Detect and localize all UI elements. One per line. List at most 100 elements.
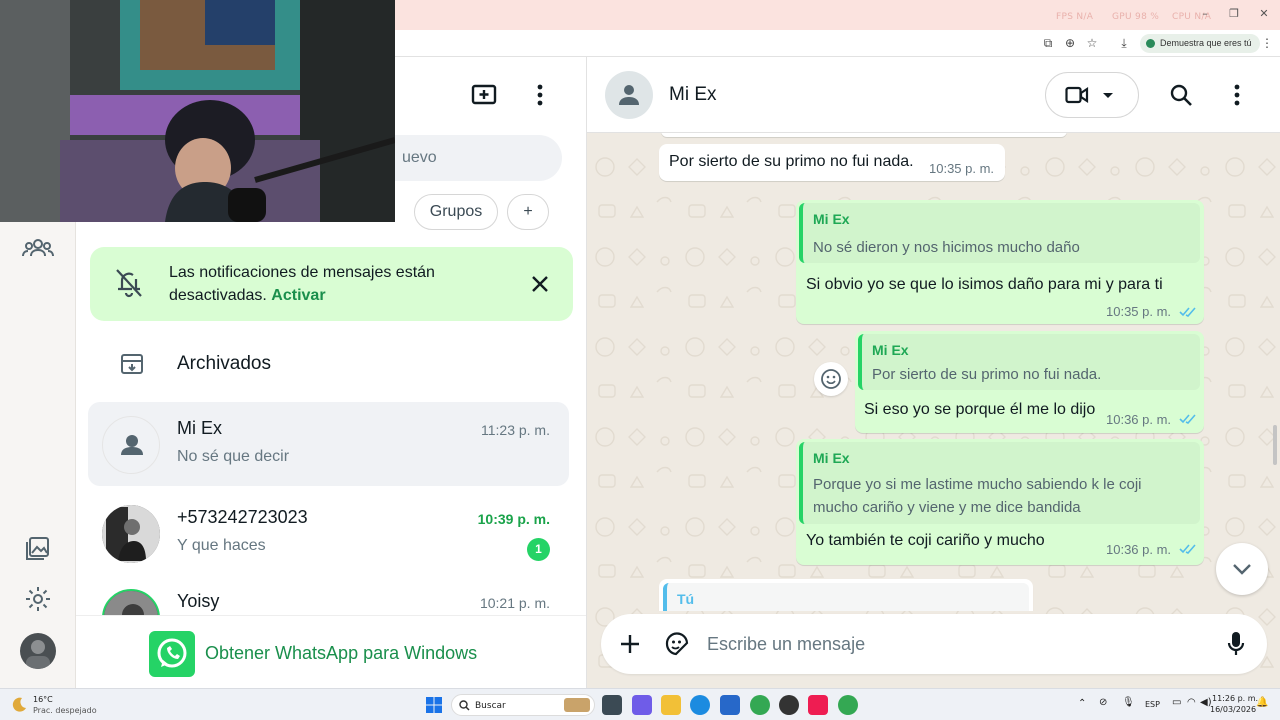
- edge-icon[interactable]: [690, 695, 710, 715]
- attach-button[interactable]: [612, 626, 648, 662]
- clock-time[interactable]: 11:26 p. m.: [1212, 694, 1258, 703]
- close-banner-button[interactable]: [522, 266, 558, 302]
- microphone-tray-icon[interactable]: 🎙: [1122, 697, 1135, 708]
- browser-menu-icon[interactable]: ⋮: [1259, 35, 1275, 51]
- message-text: Por sierto de su primo no fui nada.: [669, 153, 914, 170]
- notifications-icon[interactable]: 🔔: [1256, 697, 1268, 708]
- communities-icon[interactable]: [20, 230, 56, 266]
- app-icon[interactable]: [779, 695, 799, 715]
- chat-time: 10:39 p. m.: [477, 511, 550, 527]
- chat-time: 10:21 p. m.: [479, 595, 550, 611]
- webcam-overlay: [0, 0, 395, 222]
- quote-author: Mi Ex: [813, 450, 850, 466]
- settings-gear-icon[interactable]: [20, 581, 56, 617]
- quote-author: Mi Ex: [813, 211, 850, 227]
- message-time: 10:35 p. m.: [929, 161, 995, 176]
- message-text: Si eso yo se porque él me lo dijo: [864, 401, 1096, 418]
- message-bubble[interactable]: Mi Ex Por sierto de su primo no fui nada…: [855, 331, 1204, 433]
- display-icon[interactable]: ▭: [1172, 697, 1181, 708]
- quoted-message[interactable]: Tú: [663, 583, 1029, 611]
- quoted-message[interactable]: Mi Ex Porque yo si me lastime mucho sabi…: [799, 442, 1200, 524]
- notification-message: Las notificaciones de mensajes están des…: [169, 261, 499, 307]
- close-window-icon[interactable]: ✕: [1257, 7, 1271, 21]
- notifications-banner: Las notificaciones de mensajes están des…: [90, 247, 573, 321]
- filter-groups-chip[interactable]: Grupos: [414, 194, 498, 230]
- chat-menu-button[interactable]: [1219, 77, 1255, 113]
- clock-date[interactable]: 16/03/2026: [1210, 705, 1256, 714]
- search-icon: [459, 700, 470, 711]
- message-time: 10:35 p. m.: [1106, 304, 1172, 319]
- wifi-icon[interactable]: ◠: [1187, 697, 1196, 708]
- video-call-button[interactable]: [1045, 72, 1139, 118]
- chat-row-phone[interactable]: +573242723023 Y que haces 10:39 p. m. 1: [88, 491, 569, 575]
- quoted-message[interactable]: Mi Ex No sé dieron y nos hicimos mucho d…: [799, 203, 1200, 263]
- avatar: [102, 416, 160, 474]
- scroll-to-bottom-button[interactable]: [1216, 543, 1268, 595]
- message-bubble[interactable]: Por sierto de su primo no fui nada. 10:3…: [659, 144, 1005, 181]
- network-off-icon[interactable]: ⊘: [1099, 697, 1107, 708]
- plus-icon: [621, 635, 639, 653]
- task-view-icon[interactable]: [602, 695, 622, 715]
- contact-avatar[interactable]: [605, 71, 653, 119]
- verify-chip[interactable]: Demuestra que eres tú: [1140, 34, 1260, 53]
- chat-name: Mi Ex: [177, 418, 222, 438]
- kebab-menu-icon: [537, 84, 543, 106]
- quote-author: Tú: [677, 591, 695, 607]
- quoted-message[interactable]: Mi Ex Por sierto de su primo no fui nada…: [858, 334, 1200, 390]
- voice-message-button[interactable]: [1218, 626, 1254, 662]
- weather-desc[interactable]: Prac. despejado: [33, 706, 97, 715]
- language-indicator[interactable]: ESP: [1145, 700, 1160, 709]
- close-icon: [532, 276, 548, 292]
- unread-badge: 1: [527, 538, 550, 561]
- message-bubble[interactable]: Mi Ex Porque yo si me lastime mucho sabi…: [796, 439, 1204, 565]
- message-list: Por sierto de su primo no fui nada. 10:3…: [587, 133, 1280, 611]
- profile-avatar[interactable]: [20, 633, 56, 669]
- react-button[interactable]: [814, 362, 848, 396]
- install-app-icon[interactable]: ⧉: [1040, 35, 1056, 51]
- chat-row-mi-ex[interactable]: Mi Ex No sé que decir 11:23 p. m.: [88, 402, 569, 486]
- chat-time: 11:23 p. m.: [480, 422, 550, 438]
- bell-off-icon: [116, 269, 142, 298]
- sticker-button[interactable]: [659, 626, 695, 662]
- weather-moon-icon[interactable]: [10, 695, 28, 713]
- restore-icon[interactable]: ❐: [1227, 7, 1241, 21]
- chrome-icon[interactable]: [750, 695, 770, 715]
- contact-name[interactable]: Mi Ex: [669, 84, 717, 106]
- weather-temp[interactable]: 16°C: [33, 695, 53, 704]
- chevron-down-icon: [1233, 564, 1251, 575]
- quote-text-line-2: mucho cariño y viene y me dice bandida: [813, 499, 1081, 516]
- message-text: Yo también te coji cariño y mucho: [806, 532, 1045, 549]
- minimize-icon[interactable]: –: [1198, 7, 1212, 21]
- chrome-profile-icon[interactable]: [838, 695, 858, 715]
- search-highlight-image: [564, 698, 590, 712]
- tiktok-icon[interactable]: [808, 695, 828, 715]
- kebab-menu-icon: [1234, 84, 1240, 106]
- menu-button[interactable]: [522, 77, 558, 113]
- search-chat-button[interactable]: [1163, 77, 1199, 113]
- message-time: 10:36 p. m.: [1106, 542, 1172, 557]
- taskbar-search[interactable]: Buscar: [451, 694, 595, 716]
- windows-start-icon[interactable]: [426, 697, 442, 713]
- bookmark-star-icon[interactable]: ☆: [1084, 35, 1100, 51]
- default-user-icon: [619, 85, 639, 105]
- media-gallery-icon[interactable]: [20, 531, 56, 567]
- activate-link[interactable]: Activar: [271, 287, 325, 304]
- download-icon[interactable]: ⤓: [1116, 35, 1132, 51]
- copilot-icon[interactable]: [632, 695, 652, 715]
- chat-row-yoisy[interactable]: Yoisy 10:21 p. m.: [88, 575, 569, 617]
- whatsapp-logo-icon: [149, 631, 195, 677]
- get-app-banner[interactable]: Obtener WhatsApp para Windows: [76, 615, 586, 688]
- archived-row[interactable]: Archivados: [76, 337, 587, 391]
- taskbar-search-label: Buscar: [475, 701, 506, 711]
- double-check-icon: [1179, 307, 1196, 317]
- message-input[interactable]: [707, 627, 1187, 661]
- add-filter-button[interactable]: +: [507, 194, 549, 230]
- file-explorer-icon[interactable]: [661, 695, 681, 715]
- message-bubble[interactable]: Tú: [659, 579, 1033, 611]
- zoom-icon[interactable]: ⊕: [1062, 35, 1078, 51]
- store-icon[interactable]: [720, 695, 740, 715]
- tray-chevron-icon[interactable]: ⌃: [1078, 698, 1086, 709]
- message-bubble[interactable]: Mi Ex No sé dieron y nos hicimos mucho d…: [796, 200, 1204, 324]
- new-chat-button[interactable]: [466, 77, 502, 113]
- conversation-scrollbar[interactable]: [1273, 425, 1277, 465]
